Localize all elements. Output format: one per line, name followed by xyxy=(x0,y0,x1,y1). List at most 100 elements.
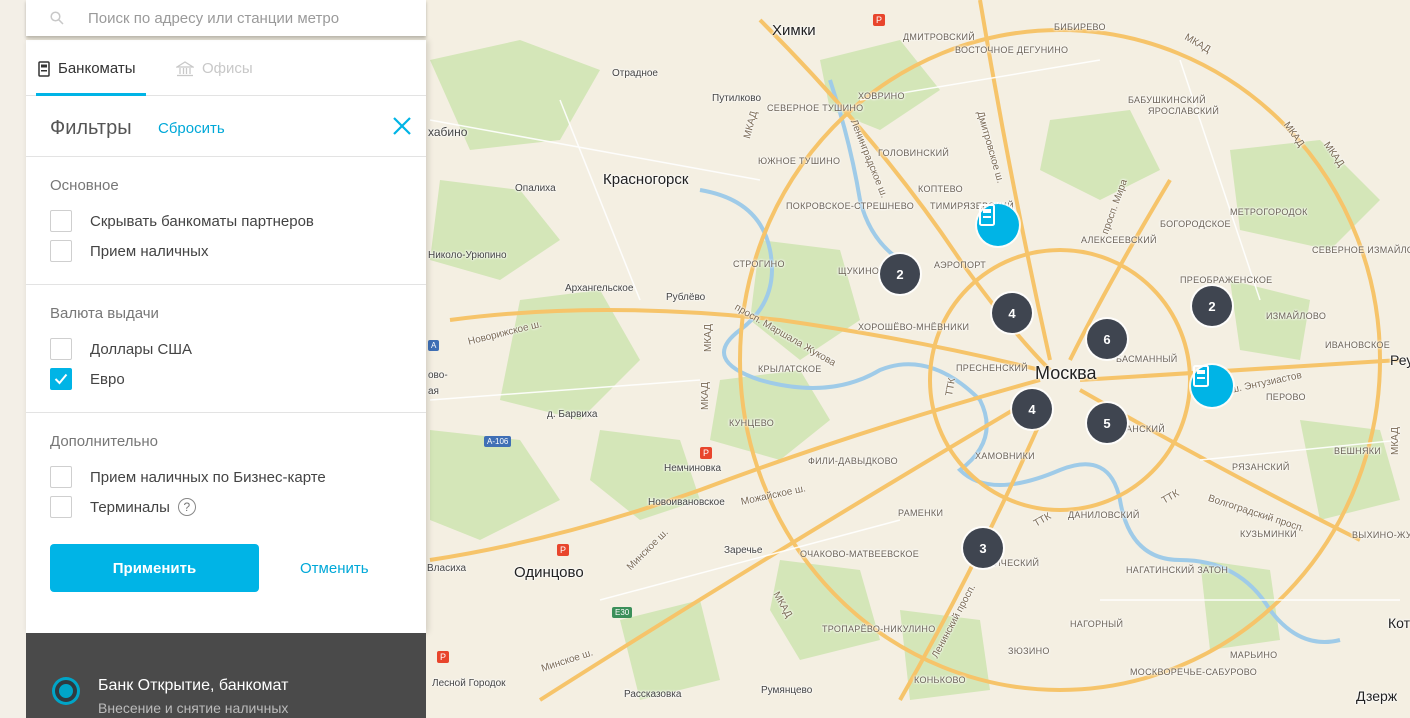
map-cluster-marker[interactable]: 2 xyxy=(880,254,920,294)
map-label-nagorny: НАГОРНЫЙ xyxy=(1070,619,1124,629)
checkbox-label: Терминалы xyxy=(90,498,170,516)
map-label-severnoe-tushino: СЕВЕРНОЕ ТУШИНО xyxy=(767,103,864,113)
filter-option-cash-in[interactable]: Прием наличных xyxy=(50,236,402,266)
map-label-kot: Кот xyxy=(1388,615,1410,631)
map-label-pokrovskoe: ПОКРОВСКОЕ-СТРЕШНЕВО xyxy=(786,201,915,211)
search-box[interactable] xyxy=(26,0,426,36)
map-label-danilovsky: ДАНИЛОВСКИЙ xyxy=(1068,510,1140,520)
map-label-babushkinsky: БАБУШКИНСКИЙ xyxy=(1128,95,1206,105)
filter-section-currency: Валюта выдачи Доллары США Евро xyxy=(26,285,426,413)
map-shield-e30: Е30 xyxy=(612,607,633,618)
map-label-basmanny: БАСМАННЫЙ xyxy=(1116,354,1178,364)
map-label-dzerzh: Дзерж xyxy=(1356,688,1398,704)
filter-option-hide-partner-atms[interactable]: Скрывать банкоматы партнеров xyxy=(50,206,402,236)
checkbox-checked[interactable] xyxy=(50,368,72,390)
map-label-ryazansky: РЯЗАНСКИЙ xyxy=(1232,462,1290,472)
checkbox-label: Скрывать банкоматы партнеров xyxy=(90,212,314,230)
map-label-strogino: СТРОГИНО xyxy=(733,259,785,269)
map-cluster-marker[interactable]: 3 xyxy=(963,528,1003,568)
tab-atms[interactable]: Банкоматы xyxy=(38,60,136,77)
map-label-putilkovo: Путилково xyxy=(712,93,761,104)
map-label-reu: Реу xyxy=(1390,352,1410,368)
map-atm-pin[interactable] xyxy=(1191,365,1233,407)
left-edge-strip xyxy=(0,0,26,718)
checkmark-icon xyxy=(54,373,68,385)
map-label-fili: ФИЛИ-ДАВЫДКОВО xyxy=(808,456,898,466)
map-label-troparevo: ТРОПАРЁВО-НИКУЛИНО xyxy=(822,624,936,634)
map-label-tagansky: АНСКИЙ xyxy=(1126,424,1165,434)
tab-offices-label: Офисы xyxy=(202,60,253,77)
map-cluster-marker[interactable]: 6 xyxy=(1087,319,1127,359)
close-icon[interactable] xyxy=(390,114,414,138)
map-rail-station: Р xyxy=(873,14,885,26)
apply-button[interactable]: Применить xyxy=(50,544,259,592)
cancel-link[interactable]: Отменить xyxy=(300,560,369,577)
map-label-rumyantsevo: Румянцево xyxy=(761,685,813,696)
atm-icon xyxy=(979,204,995,226)
result-card[interactable]: Банк Открытие, банкомат Внесение и сняти… xyxy=(26,633,426,718)
map-label-khoroshevo: ХОРОШЁВО-МНЁВНИКИ xyxy=(858,322,970,332)
map-label-nemchinovka: Немчиновка xyxy=(664,463,722,474)
map-label-moskvorechye: МОСКВОРЕЧЬЕ-САБУРОВО xyxy=(1130,667,1258,677)
atm-icon xyxy=(38,60,50,77)
map-cluster-marker[interactable]: 4 xyxy=(1012,389,1052,429)
map-label-kuntsevo: КУНЦЕВО xyxy=(729,418,775,428)
filter-option-eur[interactable]: Евро xyxy=(50,364,402,394)
map-label-severnoe-izmaylovo: СЕВЕРНОЕ ИЗМАЙЛОВО xyxy=(1312,245,1410,255)
help-icon[interactable]: ? xyxy=(177,498,196,516)
filter-option-business-card[interactable]: Прием наличных по Бизнес-карте xyxy=(50,462,402,492)
map-label-khabino: хабино xyxy=(428,125,468,139)
map-label-zyuzino: ЗЮЗИНО xyxy=(1008,646,1050,656)
map-cluster-marker[interactable]: 5 xyxy=(1087,403,1127,443)
search-input[interactable] xyxy=(86,8,410,28)
checkbox[interactable] xyxy=(50,466,72,488)
map-label-metrogorodok: МЕТРОГОРОДОК xyxy=(1230,207,1308,217)
tab-offices[interactable]: Офисы xyxy=(176,60,253,77)
map-label-alekseevsky: АЛЕКСЕЕВСКИЙ xyxy=(1081,235,1157,245)
checkbox[interactable] xyxy=(50,210,72,232)
map-label-khimki: Химки xyxy=(772,22,816,39)
map-label-dmitrovsky: ДМИТРОВСКИЙ xyxy=(903,32,976,42)
result-title: Банк Открытие, банкомат xyxy=(98,677,289,694)
atm-icon xyxy=(1193,365,1209,387)
map-label-degunino: ВОСТОЧНОЕ ДЕГУНИНО xyxy=(955,45,1069,55)
map-rail-station-4: Р xyxy=(437,651,449,663)
checkbox-label: Прием наличных xyxy=(90,242,209,260)
filter-option-terminals[interactable]: Терминалы ? xyxy=(50,492,402,522)
map-label-bovo: ово- xyxy=(428,370,448,381)
map-road-mkad-west-2: МКАД xyxy=(700,382,711,410)
map-label-marino: МАРЬИНО xyxy=(1230,650,1278,660)
tab-bar: Банкоматы Офисы xyxy=(26,40,426,96)
map-label-koptevo: КОПТЕВО xyxy=(918,184,963,194)
filter-actions: Применить Отменить xyxy=(26,540,426,620)
map-label-preobrazhenskoe: ПРЕОБРАЖЕНСКОЕ xyxy=(1180,275,1273,285)
map-cluster-marker[interactable]: 2 xyxy=(1192,286,1232,326)
reset-filters-link[interactable]: Сбросить xyxy=(158,120,225,137)
search-icon xyxy=(50,11,64,25)
map-label-krylatskoe: КРЫЛАТСКОЕ xyxy=(758,364,822,374)
map-label-krasnogorsk: Красногорск xyxy=(603,171,689,188)
map-label-ramenki: РАМЕНКИ xyxy=(898,508,944,518)
map-label-yuzhnoport: ИЧЕСКИЙ xyxy=(994,558,1040,568)
tab-atms-label: Банкоматы xyxy=(58,60,136,77)
bank-building-icon xyxy=(176,60,194,76)
map-label-nikolo: Николо-Урюпино xyxy=(428,250,507,261)
map-label-otradnoe: Отрадное xyxy=(612,68,658,79)
map-label-yaroslavsky: ЯРОСЛАВСКИЙ xyxy=(1148,106,1220,116)
section-title: Дополнительно xyxy=(50,433,158,450)
map-label-perovo: ПЕРОВО xyxy=(1266,392,1306,402)
map-label-golovinsky: ГОЛОВИНСКИЙ xyxy=(878,148,950,158)
map-atm-pin[interactable] xyxy=(977,204,1019,246)
checkbox[interactable] xyxy=(50,496,72,518)
checkbox-label: Доллары США xyxy=(90,340,193,358)
map-label-izmaylovo: ИЗМАЙЛОВО xyxy=(1266,311,1327,321)
checkbox[interactable] xyxy=(50,240,72,262)
filter-option-usd[interactable]: Доллары США xyxy=(50,334,402,364)
section-title: Основное xyxy=(50,177,119,194)
map-label-zarechye: Заречье xyxy=(724,545,763,556)
map-label-novoivanovskoe: Новоивановское xyxy=(648,497,725,508)
section-title: Валюта выдачи xyxy=(50,305,159,322)
map-cluster-marker[interactable]: 4 xyxy=(992,293,1032,333)
checkbox[interactable] xyxy=(50,338,72,360)
result-subtitle: Внесение и снятие наличных xyxy=(98,700,289,716)
